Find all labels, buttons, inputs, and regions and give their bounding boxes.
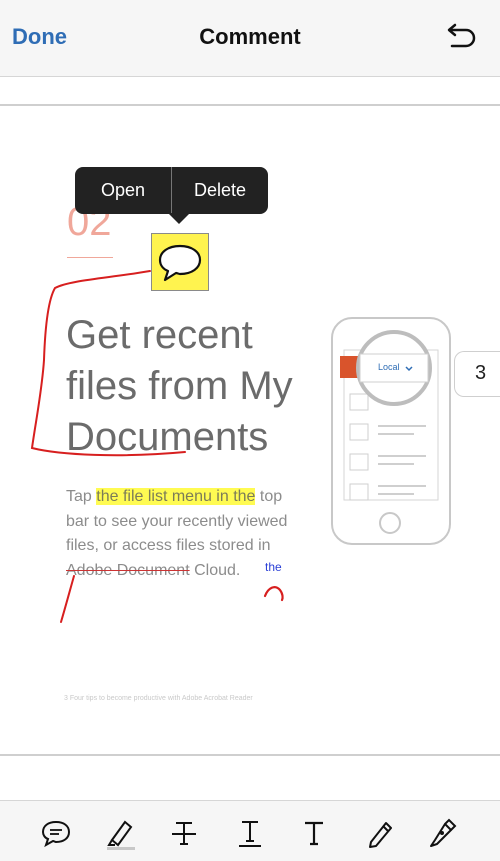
page-title: Comment — [199, 24, 301, 49]
speech-bubble-icon — [158, 244, 202, 282]
section-heading: Get recent files from My Documents — [66, 310, 293, 463]
text-icon[interactable] — [296, 815, 332, 851]
page-bottom-edge — [0, 754, 500, 756]
underline-icon[interactable] — [232, 815, 268, 851]
pencil-icon[interactable] — [362, 815, 398, 851]
sticky-note-annotation[interactable] — [151, 233, 209, 291]
body-text-end: Cloud. — [194, 561, 241, 579]
annotation-toolbar — [0, 800, 500, 861]
annotation-context-menu: Open Delete — [75, 167, 268, 214]
page-indicator[interactable]: 3 — [454, 351, 500, 397]
highlighter-icon[interactable] — [102, 815, 138, 851]
body-text-start: Tap — [66, 488, 92, 505]
heading-line-2: files from My — [66, 364, 293, 408]
menu-pointer — [168, 213, 190, 224]
comment-icon[interactable] — [38, 815, 74, 851]
phone-menu-label: Local — [378, 362, 400, 372]
page-number: 3 — [475, 362, 487, 384]
open-button[interactable]: Open — [75, 167, 171, 214]
top-bar: Done Comment — [0, 0, 500, 77]
highlight-annotation[interactable]: the file list menu in the — [96, 488, 256, 505]
delete-button[interactable]: Delete — [172, 167, 268, 214]
heading-line-1: Get recent — [66, 313, 253, 357]
strikethrough-annotation[interactable]: Adobe Document — [66, 562, 190, 579]
section-rule — [67, 257, 113, 258]
signature-pen-icon[interactable] — [424, 815, 460, 851]
phone-illustration: Local — [330, 316, 455, 551]
insert-text-annotation[interactable]: the — [265, 560, 282, 574]
undo-icon[interactable] — [442, 22, 478, 52]
page-footer: 3 Four tips to become productive with Ad… — [64, 695, 253, 702]
heading-line-3: Documents — [66, 415, 269, 459]
strikethrough-icon[interactable] — [166, 815, 202, 851]
